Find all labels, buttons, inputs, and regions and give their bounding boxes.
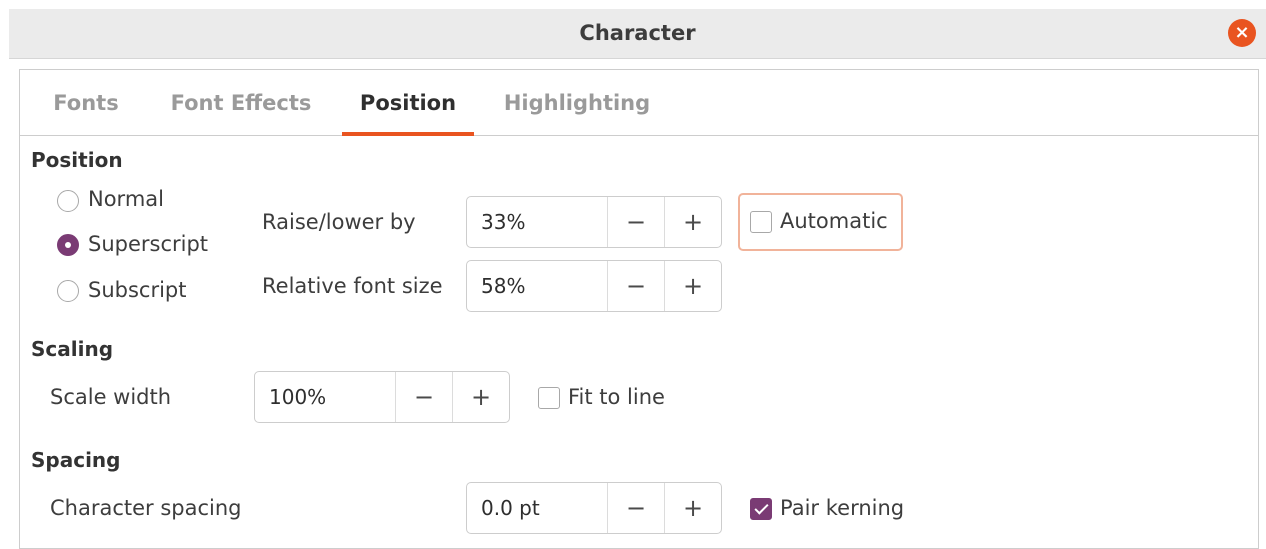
pair-kerning-checkbox[interactable] bbox=[750, 498, 772, 520]
automatic-label[interactable]: Automatic bbox=[780, 209, 888, 233]
char-spacing-input[interactable]: 0.0 pt bbox=[467, 483, 607, 533]
relative-size-label: Relative font size bbox=[262, 274, 443, 298]
window-title: Character bbox=[579, 21, 696, 45]
char-spacing-increment-button[interactable]: + bbox=[664, 483, 721, 533]
raise-lower-label: Raise/lower by bbox=[262, 210, 416, 234]
raise-lower-spinbox: 33% − + bbox=[466, 196, 722, 248]
relative-size-input[interactable]: 58% bbox=[467, 261, 607, 311]
scale-width-input[interactable]: 100% bbox=[255, 372, 395, 422]
raise-lower-decrement-button[interactable]: − bbox=[607, 197, 664, 247]
spacing-heading: Spacing bbox=[31, 448, 121, 472]
scaling-heading: Scaling bbox=[31, 337, 114, 361]
fit-to-line-checkbox[interactable] bbox=[538, 387, 560, 409]
char-spacing-decrement-button[interactable]: − bbox=[607, 483, 664, 533]
radio-superscript[interactable] bbox=[57, 234, 79, 256]
pair-kerning-label[interactable]: Pair kerning bbox=[780, 496, 904, 520]
tab-position[interactable]: Position bbox=[342, 70, 474, 136]
scale-width-increment-button[interactable]: + bbox=[452, 372, 509, 422]
relative-size-spinbox: 58% − + bbox=[466, 260, 722, 312]
radio-normal-label[interactable]: Normal bbox=[88, 187, 164, 211]
automatic-checkbox[interactable] bbox=[750, 211, 772, 233]
radio-subscript[interactable] bbox=[57, 280, 79, 302]
raise-lower-input[interactable]: 33% bbox=[467, 197, 607, 247]
radio-superscript-label[interactable]: Superscript bbox=[88, 232, 208, 256]
close-icon[interactable]: × bbox=[1228, 19, 1256, 47]
title-bar: Character × bbox=[9, 9, 1266, 59]
scale-width-spinbox: 100% − + bbox=[254, 371, 510, 423]
relative-size-decrement-button[interactable]: − bbox=[607, 261, 664, 311]
char-spacing-spinbox: 0.0 pt − + bbox=[466, 482, 722, 534]
tab-fonts[interactable]: Fonts bbox=[36, 70, 136, 136]
scale-width-decrement-button[interactable]: − bbox=[395, 372, 452, 422]
tab-font-effects[interactable]: Font Effects bbox=[152, 70, 330, 136]
char-spacing-label: Character spacing bbox=[50, 496, 242, 520]
tab-highlighting[interactable]: Highlighting bbox=[490, 70, 664, 136]
raise-lower-increment-button[interactable]: + bbox=[664, 197, 721, 247]
position-heading: Position bbox=[31, 148, 123, 172]
radio-normal[interactable] bbox=[57, 190, 79, 212]
fit-to-line-label[interactable]: Fit to line bbox=[568, 385, 665, 409]
radio-subscript-label[interactable]: Subscript bbox=[88, 278, 187, 302]
relative-size-increment-button[interactable]: + bbox=[664, 261, 721, 311]
scale-width-label: Scale width bbox=[50, 385, 172, 409]
tab-bar: Fonts Font Effects Position Highlighting bbox=[20, 70, 1258, 136]
